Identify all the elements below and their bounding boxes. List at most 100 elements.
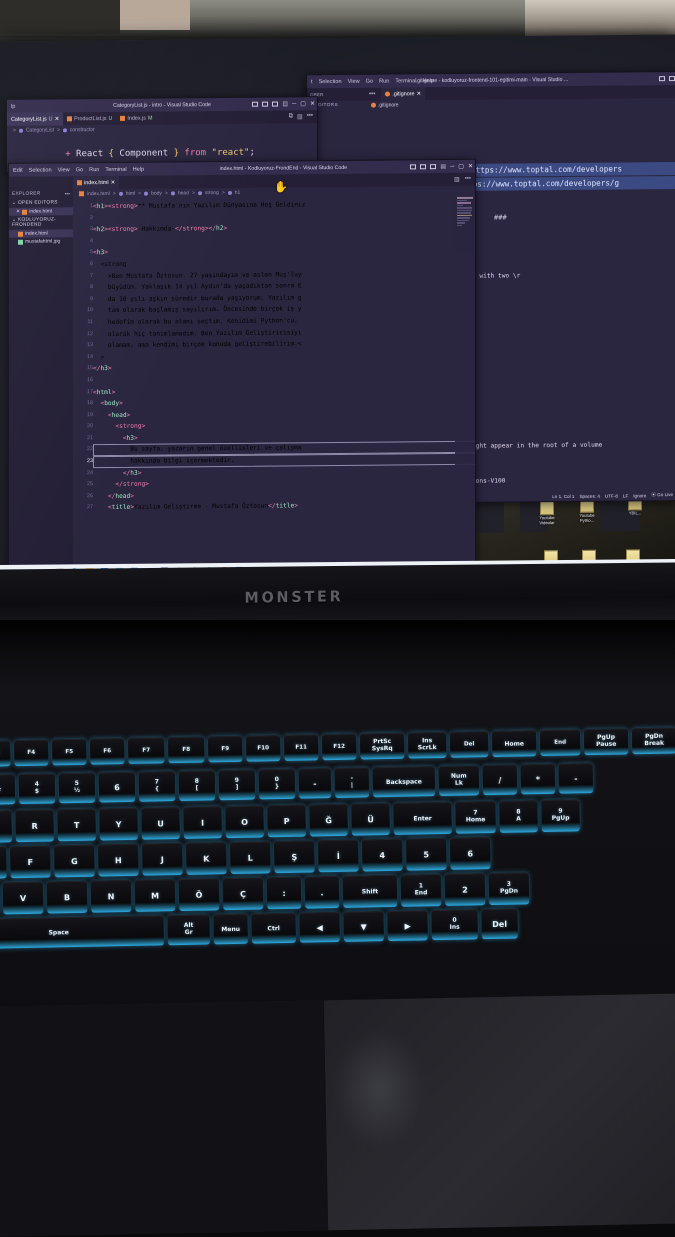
key-d[interactable]: D (0, 846, 7, 880)
key-[interactable]: : (266, 876, 302, 910)
keyboard[interactable]: F3F4F5F6F7F8F9F10F11F12PrtScSysRqInsScrL… (0, 709, 675, 973)
menu-item-help[interactable]: lp (11, 103, 15, 109)
panel-left-icon[interactable] (659, 76, 665, 82)
trackpad[interactable] (0, 993, 675, 1237)
tab-index-html[interactable]: index.html ✕ (73, 175, 120, 190)
gitignore-content[interactable]: : end with two \r .s it might appear in … (457, 165, 602, 505)
layout-icon[interactable]: ▤ (282, 100, 288, 107)
key-9-pgup[interactable]: 9 PgUp (541, 799, 580, 833)
tab-productlist[interactable]: ProductList.js U (63, 112, 116, 125)
key-alt-gr[interactable]: Alt Gr (167, 914, 210, 946)
key-0[interactable]: 0} (258, 768, 296, 800)
breadcrumb-item[interactable]: constructor (70, 127, 95, 133)
key-5[interactable]: 5 (405, 837, 447, 871)
key-n[interactable]: N (90, 879, 132, 913)
menu-item-selection[interactable]: Selection (29, 167, 52, 173)
key-1-end[interactable]: 1 End (400, 874, 442, 907)
close-icon[interactable]: ✕ (417, 91, 422, 97)
key-f8[interactable]: F8 (167, 736, 205, 764)
breadcrumb-item[interactable]: html (126, 190, 135, 196)
minimap[interactable] (455, 195, 476, 582)
panel-bottom-icon[interactable] (669, 76, 675, 82)
breadcrumb-item[interactable]: body (151, 190, 162, 196)
key-[interactable]: / (482, 764, 518, 796)
key-[interactable]: - | (334, 767, 370, 799)
key-f5[interactable]: F5 (51, 738, 87, 766)
breadcrumb-item[interactable]: h1 (235, 189, 241, 195)
status-indentation[interactable]: Spaces: 4 (579, 493, 599, 498)
close-icon[interactable]: ✕ (55, 116, 60, 122)
menu-item-terminal[interactable]: Terminal (105, 166, 126, 172)
url-line-1[interactable]: y https://www.toptal.com/developers (462, 164, 622, 177)
key-p[interactable]: P (267, 804, 306, 838)
key-enter[interactable]: Enter (393, 801, 452, 835)
code-content[interactable]: <h1><strong>** Mustafa'nın Yazılım Dünya… (93, 196, 476, 582)
panel-right-icon[interactable] (430, 164, 437, 170)
folder-section-kodluyoruz[interactable]: ⌄ KODLUYORUZ-FRONDEND (9, 215, 73, 230)
key-y[interactable]: Y (99, 807, 138, 841)
key-end[interactable]: End (539, 729, 581, 757)
status-go-live[interactable]: ⦿ Go Live (651, 492, 673, 498)
trackpad-left-area[interactable] (0, 1000, 328, 1237)
key-ctrl[interactable]: Ctrl (251, 912, 296, 944)
close-button[interactable]: ✕ (310, 100, 315, 107)
key-[interactable]: - (298, 768, 332, 799)
panel-right-icon[interactable] (272, 101, 279, 107)
key-v[interactable]: V (2, 881, 44, 915)
code-line[interactable]: <title>Yazılım Geliştirme - Mustafa Özto… (93, 499, 476, 514)
key-del[interactable]: Del (449, 731, 489, 758)
open-editor-item[interactable]: .gitignore (363, 100, 402, 109)
menu-item-go[interactable]: Go (366, 78, 373, 84)
key-b[interactable]: B (46, 880, 88, 914)
more-actions-icon[interactable]: ••• (465, 176, 471, 183)
key-4[interactable]: 4 (361, 838, 403, 872)
status-encoding[interactable]: UTF-8 (605, 493, 618, 498)
menu-item-help[interactable]: Help (133, 166, 145, 172)
key-home[interactable]: Home (491, 730, 537, 758)
key-9[interactable]: 9] (218, 769, 256, 801)
breadcrumb-item[interactable]: head (178, 190, 189, 196)
menu-item-run[interactable]: Run (379, 78, 389, 84)
key-2[interactable]: 2 (444, 873, 486, 906)
key-[interactable]: Ğ (309, 803, 348, 837)
menu-item[interactable]: t (311, 79, 313, 85)
close-icon[interactable]: ✕ (111, 179, 116, 185)
status-eol[interactable]: LF (623, 493, 628, 498)
key-r[interactable]: R (15, 809, 54, 843)
key-j[interactable]: J (142, 842, 183, 876)
key-4[interactable]: 4 $ (18, 773, 56, 805)
tab-categorylist[interactable]: CategoryList.js U ✕ (7, 112, 64, 126)
panel-bottom-icon[interactable] (262, 101, 269, 107)
key-8[interactable]: 8[ (178, 770, 216, 802)
panel-left-icon[interactable] (252, 101, 259, 107)
key-[interactable]: Ç (222, 877, 264, 911)
key-i[interactable]: İ (317, 839, 359, 873)
key-[interactable]: * (520, 763, 556, 795)
tab-index[interactable]: Index.js M (116, 112, 156, 125)
key-[interactable]: . (304, 875, 340, 909)
menu-item-view[interactable]: View (58, 167, 70, 173)
key-k[interactable]: K (186, 842, 227, 875)
key-t[interactable]: T (57, 808, 96, 842)
key-5[interactable]: 5½ (58, 772, 96, 804)
key-del[interactable]: Del (481, 908, 518, 940)
key-6[interactable]: 6 (98, 771, 136, 803)
panel-toggle-icon[interactable]: ▥ (297, 113, 303, 120)
key-[interactable]: Ş (273, 840, 315, 874)
layout-icon[interactable]: ▤ (440, 163, 446, 170)
key-f11[interactable]: F11 (283, 734, 319, 761)
minimize-button[interactable]: ─ (292, 101, 296, 107)
key-f9[interactable]: F9 (207, 735, 243, 763)
minimize-button[interactable]: ─ (450, 163, 454, 169)
breadcrumb-item[interactable]: CategoryList (26, 127, 54, 133)
key-[interactable]: Ü (351, 802, 390, 836)
key-f6[interactable]: F6 (89, 738, 125, 765)
maximize-button[interactable]: ▢ (458, 163, 464, 170)
file-item-mustafahtml-jpg[interactable]: mustafahtml.jpg (9, 237, 73, 246)
key-num-lk[interactable]: Num Lk (438, 765, 480, 797)
key-o[interactable]: O (225, 805, 264, 839)
key-f[interactable]: F (10, 845, 51, 879)
menu-item-selection[interactable]: Selection (319, 78, 342, 84)
key-space[interactable]: Space (0, 915, 164, 950)
key-shift[interactable]: Shift (342, 874, 398, 908)
